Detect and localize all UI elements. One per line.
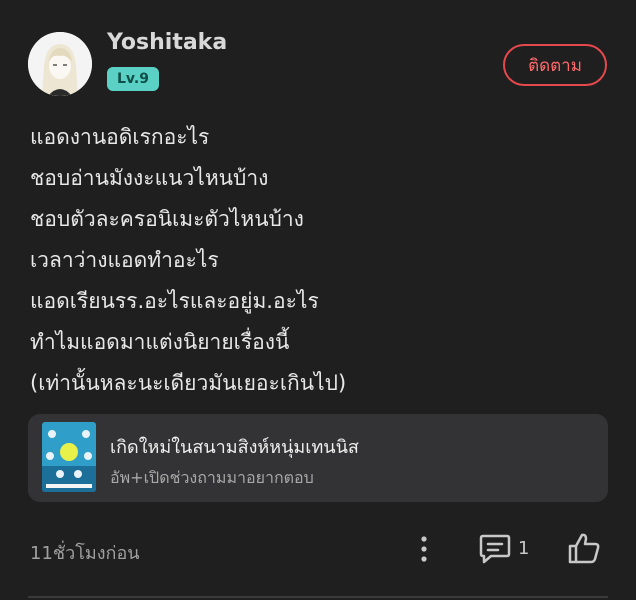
post-line: ชอบอ่านมังงะแนวไหนบ้าง bbox=[30, 166, 269, 190]
post-line: ทำไมแอดมาแต่งนิยายเรื่องนี้ bbox=[30, 330, 290, 354]
follow-button[interactable]: ติดตาม bbox=[503, 44, 607, 86]
linked-story-card[interactable]: เกิดใหม่ในสนามสิงห์หนุ่มเทนนิส อัพ+เปิดช… bbox=[28, 414, 608, 502]
post-line: แอดเรียนรร.อะไรและอยู่ม.อะไร bbox=[30, 289, 319, 313]
post-timestamp: 11ชั่วโมงก่อน bbox=[30, 543, 140, 564]
level-badge: Lv.9 bbox=[107, 67, 159, 91]
post-line: แอดงานอดิเรกอะไร bbox=[30, 125, 210, 149]
comment-icon[interactable] bbox=[478, 532, 512, 566]
post-line: (เท่านั้นหละนะเดียวมันเยอะเกินไป) bbox=[30, 371, 347, 395]
post-body: แอดงานอดิเรกอะไร ชอบอ่านมังงะแนวไหนบ้าง … bbox=[30, 117, 346, 404]
story-cover-image bbox=[42, 422, 96, 492]
author-name[interactable]: Yoshitaka bbox=[107, 30, 227, 55]
story-title: เกิดใหม่ในสนามสิงห์หนุ่มเทนนิส bbox=[110, 437, 359, 458]
comment-count: 1 bbox=[518, 538, 530, 559]
more-vertical-icon[interactable] bbox=[413, 534, 435, 564]
post-line: ชอบตัวละครอนิเมะตัวไหนบ้าง bbox=[30, 207, 304, 231]
story-subtitle: อัพ+เปิดช่วงถามมาอยากตอบ bbox=[110, 468, 314, 487]
author-avatar[interactable] bbox=[28, 32, 92, 96]
thumbs-up-icon[interactable] bbox=[566, 530, 602, 566]
divider bbox=[28, 596, 608, 598]
post-line: เวลาว่างแอดทำอะไร bbox=[30, 248, 219, 272]
